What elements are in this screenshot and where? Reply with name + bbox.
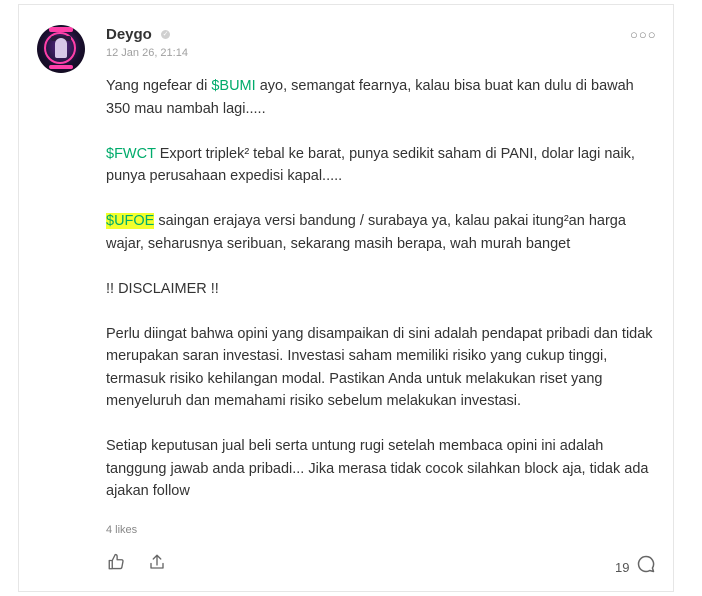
share-icon[interactable] [148,553,166,571]
username[interactable]: Deygo [106,26,152,43]
post-paragraph: $UFOE saingan erajaya versi bandung / su… [106,210,656,255]
paragraph-text: Yang ngefear di [106,78,212,94]
comment-count[interactable]: 19 [615,560,629,575]
post-body: Yang ngefear di $BUMI ayo, semangat fear… [106,75,656,525]
disclaimer-heading: !! DISCLAIMER !! [106,280,219,297]
post-card: Deygo ✓ 12 Jan 26, 21:14 ○○○ Yang ngefea… [18,4,674,592]
cashtag-link[interactable]: $UFOE [106,213,155,229]
likes-count[interactable]: 4 likes [106,524,137,536]
cashtag-link[interactable]: $BUMI [211,78,255,94]
avatar-decoration [55,38,67,58]
post-paragraph: Perlu diingat bahwa opini yang disampaik… [106,325,653,410]
avatar[interactable] [37,25,85,73]
paragraph-text: saingan erajaya versi bandung / surabaya… [106,213,626,252]
cashtag-link[interactable]: $FWCT [106,146,156,162]
post-paragraph: Yang ngefear di $BUMI ayo, semangat fear… [106,75,656,120]
more-options-icon[interactable]: ○○○ [630,27,657,42]
thumbs-up-icon[interactable] [107,553,125,571]
paragraph-text: Export triplek² tebal ke barat, punya se… [106,145,635,185]
comment-bubble-icon[interactable] [636,554,656,574]
post-timestamp[interactable]: 12 Jan 26, 21:14 [106,47,188,59]
post-paragraph: Setiap keputusan jual beli serta untung … [106,438,649,499]
verified-badge-icon: ✓ [161,30,170,39]
avatar-decoration [49,65,73,69]
post-paragraph: $FWCT Export triplek² tebal ke barat, pu… [106,143,656,188]
